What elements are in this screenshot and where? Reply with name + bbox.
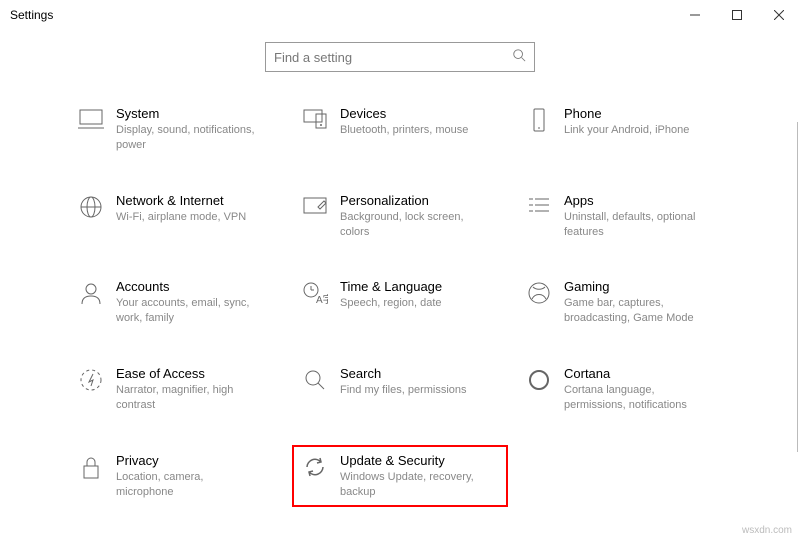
category-desc: Display, sound, notifications, power [116, 123, 256, 153]
system-icon [74, 106, 108, 130]
apps-icon [522, 193, 556, 215]
category-phone[interactable]: Phone Link your Android, iPhone [522, 106, 726, 153]
category-desc: Bluetooth, printers, mouse [340, 123, 468, 138]
ease-icon [74, 366, 108, 392]
window-title: Settings [10, 8, 53, 22]
window-controls [674, 0, 800, 30]
category-title: Phone [564, 106, 689, 121]
category-personalization[interactable]: Personalization Background, lock screen,… [298, 193, 502, 240]
search-icon [512, 48, 526, 67]
category-desc: Uninstall, defaults, optional features [564, 210, 704, 240]
category-accounts[interactable]: Accounts Your accounts, email, sync, wor… [74, 279, 278, 326]
category-title: Apps [564, 193, 704, 208]
devices-icon [298, 106, 332, 130]
category-search[interactable]: Search Find my files, permissions [298, 366, 502, 413]
category-title: Search [340, 366, 467, 381]
time-language-icon: A字 [298, 279, 332, 305]
xbox-icon [522, 279, 556, 305]
category-desc: Location, camera, microphone [116, 470, 256, 500]
category-desc: Game bar, captures, broadcasting, Game M… [564, 296, 704, 326]
category-desc: Narrator, magnifier, high contrast [116, 383, 256, 413]
category-title: Devices [340, 106, 468, 121]
category-time[interactable]: A字 Time & Language Speech, region, date [298, 279, 502, 326]
maximize-button[interactable] [716, 0, 758, 30]
category-gaming[interactable]: Gaming Game bar, captures, broadcasting,… [522, 279, 726, 326]
category-title: Accounts [116, 279, 256, 294]
category-cortana[interactable]: Cortana Cortana language, permissions, n… [522, 366, 726, 413]
phone-icon [522, 106, 556, 134]
category-desc: Find my files, permissions [340, 383, 467, 398]
category-title: Ease of Access [116, 366, 256, 381]
content-area: System Display, sound, notifications, po… [0, 30, 800, 540]
category-title: Personalization [340, 193, 480, 208]
category-title: Privacy [116, 453, 256, 468]
category-desc: Link your Android, iPhone [564, 123, 689, 138]
lock-icon [74, 453, 108, 481]
category-desc: Wi-Fi, airplane mode, VPN [116, 210, 246, 225]
category-title: System [116, 106, 256, 121]
category-title: Network & Internet [116, 193, 246, 208]
category-desc: Cortana language, permissions, notificat… [564, 383, 704, 413]
svg-text:A字: A字 [316, 293, 328, 305]
scrollbar-track[interactable] [797, 122, 798, 452]
search-input[interactable] [274, 50, 512, 65]
settings-grid: System Display, sound, notifications, po… [70, 106, 730, 499]
search-wrap [0, 42, 800, 72]
category-desc: Your accounts, email, sync, work, family [116, 296, 256, 326]
category-title: Update & Security [340, 453, 480, 468]
minimize-button[interactable] [674, 0, 716, 30]
watermark: wsxdn.com [742, 525, 792, 536]
category-update-security[interactable]: Update & Security Windows Update, recove… [292, 445, 508, 508]
category-title: Cortana [564, 366, 704, 381]
category-desc: Speech, region, date [340, 296, 442, 311]
cortana-icon [522, 366, 556, 392]
category-system[interactable]: System Display, sound, notifications, po… [74, 106, 278, 153]
category-desc: Windows Update, recovery, backup [340, 470, 480, 500]
magnifier-icon [298, 366, 332, 392]
category-devices[interactable]: Devices Bluetooth, printers, mouse [298, 106, 502, 153]
close-button[interactable] [758, 0, 800, 30]
search-box[interactable] [265, 42, 535, 72]
category-desc: Background, lock screen, colors [340, 210, 480, 240]
globe-icon [74, 193, 108, 219]
category-network[interactable]: Network & Internet Wi-Fi, airplane mode,… [74, 193, 278, 240]
titlebar: Settings [0, 0, 800, 30]
category-privacy[interactable]: Privacy Location, camera, microphone [74, 453, 278, 500]
category-apps[interactable]: Apps Uninstall, defaults, optional featu… [522, 193, 726, 240]
category-title: Gaming [564, 279, 704, 294]
category-title: Time & Language [340, 279, 442, 294]
update-icon [298, 453, 332, 479]
person-icon [74, 279, 108, 305]
paint-icon [298, 193, 332, 217]
category-ease[interactable]: Ease of Access Narrator, magnifier, high… [74, 366, 278, 413]
